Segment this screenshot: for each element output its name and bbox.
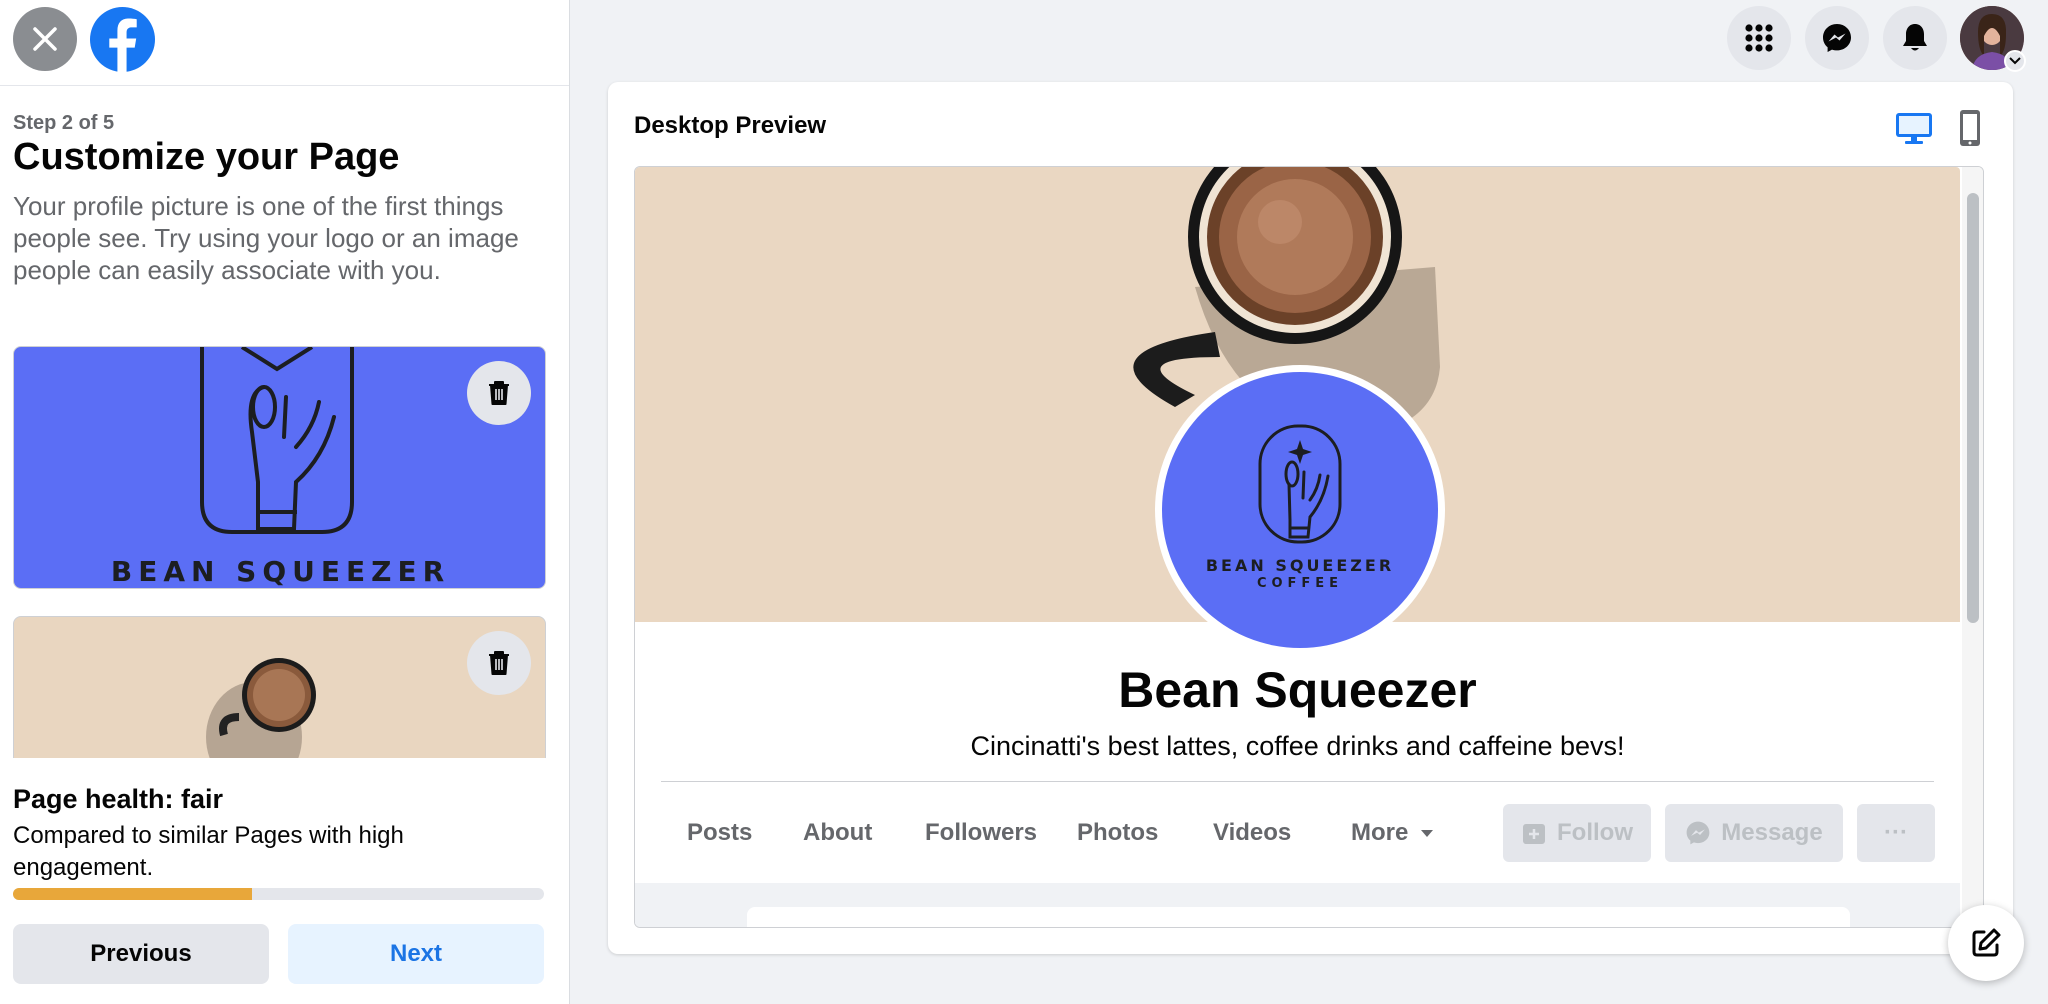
messenger-icon xyxy=(1823,24,1851,52)
notifications-button[interactable] xyxy=(1883,6,1947,70)
hand-logo-image xyxy=(200,347,354,534)
logo-text-line1: BEAN SQUEEZER xyxy=(1205,556,1395,575)
follow-icon xyxy=(1523,824,1545,844)
menu-button[interactable] xyxy=(1727,6,1791,70)
scrollbar-thumb[interactable] xyxy=(1967,193,1979,623)
sidebar-header xyxy=(0,0,569,86)
tab-followers[interactable]: Followers xyxy=(925,819,1037,847)
new-message-button[interactable] xyxy=(1948,905,2024,981)
tab-videos[interactable]: Videos xyxy=(1213,819,1291,847)
step-indicator: Step 2 of 5 xyxy=(13,112,115,134)
feed-card xyxy=(747,907,1850,927)
page-description: Your profile picture is one of the first… xyxy=(13,191,519,285)
desktop-preview-icon[interactable] xyxy=(1894,108,1934,148)
tab-more[interactable]: More xyxy=(1351,819,1434,847)
follow-button[interactable]: Follow xyxy=(1503,804,1651,862)
chevron-down-icon xyxy=(2009,57,2021,65)
messenger-button[interactable] xyxy=(1805,6,1869,70)
close-button[interactable] xyxy=(13,7,77,71)
next-button[interactable]: Next xyxy=(288,924,544,984)
page-title: Customize your Page xyxy=(13,136,400,178)
trash-icon xyxy=(489,651,509,675)
account-menu-button[interactable] xyxy=(2004,50,2026,72)
cover-image-card[interactable] xyxy=(13,616,546,758)
message-label: Message xyxy=(1721,819,1823,846)
tab-photos[interactable]: Photos xyxy=(1077,819,1158,847)
profile-image-card[interactable]: BEAN SQUEEZER xyxy=(13,346,546,589)
page-health-description: Compared to similar Pages with high enga… xyxy=(13,822,404,881)
preview-scrollbar[interactable] xyxy=(1962,167,1983,927)
tab-more-label: More xyxy=(1351,819,1409,846)
preview-panel: Desktop Preview BEAN SQUEEZER COFFEE Bea… xyxy=(608,82,2013,954)
caret-down-icon xyxy=(1421,829,1434,837)
logo-text-line2: COFFEE xyxy=(1256,576,1344,591)
page-name: Bean Squeezer xyxy=(1118,662,1477,718)
previous-button[interactable]: Previous xyxy=(13,924,269,984)
image-list: BEAN SQUEEZER xyxy=(0,340,569,758)
compose-icon xyxy=(1972,928,2001,957)
page-health-progress xyxy=(13,888,544,900)
messenger-icon xyxy=(1686,821,1710,845)
hand-logo-icon xyxy=(1258,424,1342,544)
trash-icon xyxy=(489,381,509,405)
tab-about[interactable]: About xyxy=(803,819,872,847)
preview-title: Desktop Preview xyxy=(634,112,827,139)
divider xyxy=(661,781,1934,782)
menu-grid-icon xyxy=(1745,24,1773,52)
follow-label: Follow xyxy=(1557,819,1633,846)
page-health-section: Page health: fair Compared to similar Pa… xyxy=(0,758,569,1004)
mobile-preview-icon[interactable] xyxy=(1956,108,1984,148)
sidebar: Step 2 of 5 Customize your Page Your pro… xyxy=(0,0,570,1004)
page-health-progress-fill xyxy=(13,888,252,900)
more-options-button[interactable]: ··· xyxy=(1857,804,1935,862)
coffee-cup-image xyxy=(206,658,316,758)
delete-profile-image-button[interactable] xyxy=(467,361,531,425)
more-options-icon: ··· xyxy=(1884,819,1908,846)
profile-picture[interactable]: BEAN SQUEEZER COFFEE xyxy=(1155,365,1445,655)
tab-posts[interactable]: Posts xyxy=(687,819,752,847)
page-health-title: Page health: fair xyxy=(13,784,224,814)
delete-cover-image-button[interactable] xyxy=(467,631,531,695)
page-bio: Cincinatti's best lattes, coffee drinks … xyxy=(970,731,1625,761)
page-preview-frame: BEAN SQUEEZER COFFEE Bean Squeezer Cinci… xyxy=(634,166,1984,928)
bell-icon xyxy=(1903,24,1927,51)
message-button[interactable]: Message xyxy=(1665,804,1843,862)
profile-image-text: BEAN SQUEEZER xyxy=(110,555,451,588)
close-icon xyxy=(33,27,57,51)
facebook-logo-icon[interactable] xyxy=(90,7,155,72)
